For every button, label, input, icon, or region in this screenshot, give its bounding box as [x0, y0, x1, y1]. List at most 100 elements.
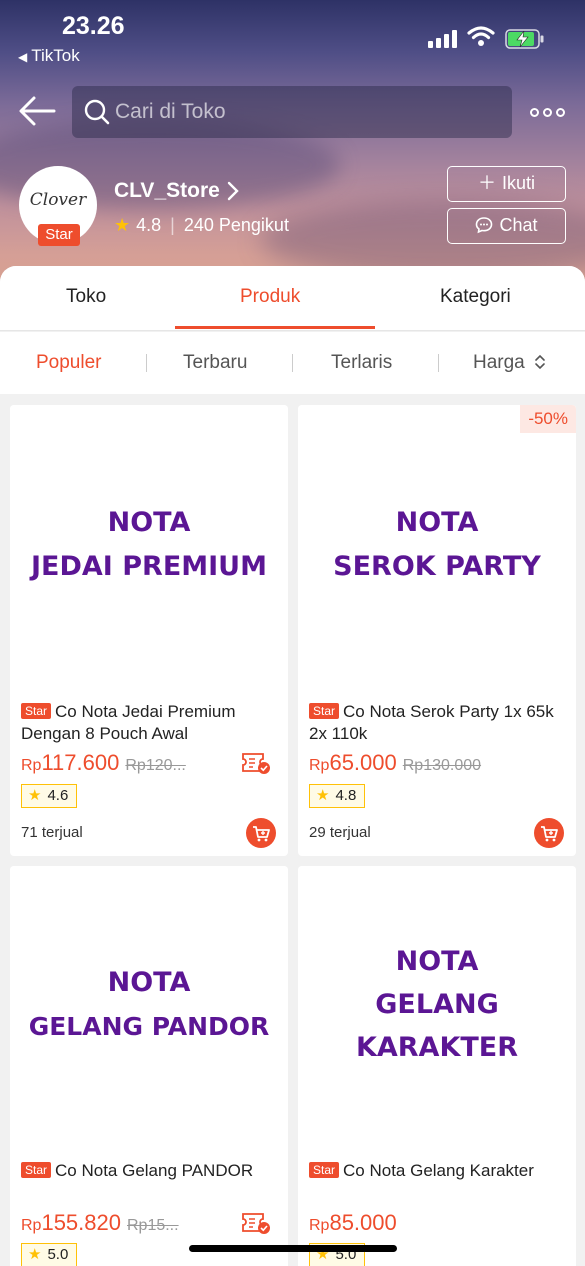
- product-image-text: NOTA: [107, 507, 191, 538]
- back-app-label: TikTok: [31, 46, 80, 65]
- sort-populer[interactable]: Populer: [36, 352, 102, 374]
- more-options-icon[interactable]: [530, 108, 566, 118]
- currency-label: Rp: [21, 1217, 42, 1234]
- status-bar: 23.26 ◀ TikTok: [0, 0, 585, 70]
- rating-value: 4.6: [47, 787, 69, 804]
- sort-terbaru[interactable]: Terbaru: [183, 352, 247, 374]
- currency-label: Rp: [309, 1217, 330, 1234]
- rating-value: 4.8: [335, 787, 357, 804]
- star-icon: ★: [28, 787, 42, 804]
- back-to-app-link[interactable]: ◀ TikTok: [18, 46, 80, 66]
- store-header-background: 23.26 ◀ TikTok Cari di Toko Clover Star …: [0, 0, 585, 290]
- add-to-cart-button[interactable]: [246, 818, 276, 848]
- sort-terlaris[interactable]: Terlaris: [331, 352, 392, 374]
- tab-toko[interactable]: Toko: [66, 286, 106, 308]
- store-name[interactable]: CLV_Store: [114, 179, 220, 203]
- star-seller-badge: Star: [38, 224, 80, 246]
- tab-kategori[interactable]: Kategori: [440, 286, 511, 308]
- product-image: NOTA SEROK PARTY: [298, 405, 576, 695]
- store-logo-text: Clover: [29, 190, 87, 210]
- stat-divider: |: [170, 215, 175, 235]
- store-stats: ★ 4.8 | 240 Pengikut: [114, 215, 289, 236]
- star-seller-badge: Star: [309, 703, 340, 719]
- price-value: 155.820: [41, 1210, 121, 1235]
- product-image-text: NOTA: [395, 507, 479, 538]
- follow-label: Ikuti: [501, 173, 535, 193]
- product-title-text: Co Nota Serok Party 1x 65k 2x 110k: [309, 702, 554, 743]
- cart-icon: [541, 826, 558, 842]
- voucher-icon: [242, 1213, 270, 1234]
- back-arrow-icon[interactable]: [18, 94, 56, 128]
- star-seller-badge: Star: [21, 703, 52, 719]
- product-image: NOTA GELANG PANDOR: [10, 866, 288, 1156]
- product-image-text: NOTA: [107, 967, 191, 998]
- product-image-text: SEROK PARTY: [333, 551, 541, 582]
- battery-charging-icon: [505, 29, 544, 49]
- chevron-right-icon[interactable]: [226, 180, 240, 202]
- star-seller-badge: Star: [21, 1162, 52, 1178]
- original-price: Rp130.000: [402, 757, 482, 774]
- product-image-text: NOTA: [395, 946, 479, 977]
- sort-divider: [146, 354, 147, 372]
- store-tabs: Toko Produk Kategori: [0, 266, 585, 331]
- voucher-icon: [242, 753, 270, 774]
- product-image-text: GELANG PANDOR: [28, 1012, 270, 1041]
- product-image: NOTA JEDAI PREMIUM: [10, 405, 288, 695]
- product-title: Star Co Nota Gelang Karakter: [309, 1160, 569, 1182]
- product-price: Rp85.000: [309, 1210, 397, 1236]
- product-card[interactable]: NOTA GELANG KARAKTER Star Co Nota Gelang …: [298, 866, 576, 1266]
- store-search-input[interactable]: Cari di Toko: [72, 86, 512, 138]
- rating-value: 5.0: [47, 1246, 69, 1263]
- product-image-text: KARAKTER: [355, 1032, 519, 1063]
- sort-divider: [292, 354, 293, 372]
- sort-harga[interactable]: Harga: [473, 352, 546, 374]
- star-icon: ★: [316, 787, 330, 804]
- discount-badge: -50%: [520, 405, 576, 433]
- product-title: Star Co Nota Jedai Premium Dengan 8 Pouch…: [21, 701, 281, 745]
- product-rating: ★ 4.8: [309, 784, 366, 808]
- product-image: NOTA GELANG KARAKTER: [298, 866, 576, 1156]
- follow-button[interactable]: ＋ Ikuti: [447, 166, 566, 202]
- product-rating: ★ 4.6: [21, 784, 78, 808]
- cart-icon: [253, 826, 270, 842]
- product-title-text: Co Nota Gelang Karakter: [343, 1161, 534, 1180]
- wifi-icon: [467, 26, 495, 46]
- search-icon: [84, 99, 110, 125]
- price-value: 117.600: [41, 750, 120, 775]
- sort-toggle-icon: [535, 354, 545, 370]
- chat-button[interactable]: Chat: [447, 208, 566, 244]
- tab-produk[interactable]: Produk: [240, 286, 300, 308]
- price-value: 65.000: [329, 750, 397, 775]
- product-title-text: Co Nota Jedai Premium Dengan 8 Pouch Awa…: [21, 702, 236, 743]
- star-icon: ★: [28, 1246, 42, 1263]
- product-title: Star Co Nota Gelang PANDOR: [21, 1160, 281, 1182]
- add-to-cart-button[interactable]: [534, 818, 564, 848]
- price-value: 85.000: [329, 1210, 397, 1235]
- product-title-text: Co Nota Gelang PANDOR: [55, 1161, 254, 1180]
- product-title: Star Co Nota Serok Party 1x 65k 2x 110k: [309, 701, 569, 745]
- home-indicator[interactable]: [189, 1245, 397, 1252]
- product-card[interactable]: NOTA JEDAI PREMIUM Star Co Nota Jedai Pre…: [10, 405, 288, 856]
- store-followers: 240 Pengikut: [183, 215, 289, 235]
- currency-label: Rp: [309, 757, 330, 774]
- product-price: Rp155.820 Rp15...: [21, 1210, 179, 1236]
- product-image-text: GELANG: [375, 989, 499, 1020]
- plus-icon: ＋: [477, 173, 496, 193]
- currency-label: Rp: [21, 757, 42, 774]
- store-rating: 4.8: [136, 215, 162, 235]
- product-card[interactable]: NOTA SEROK PARTY -50% Star Co Nota Serok …: [298, 405, 576, 856]
- product-price: Rp117.600 Rp120...: [21, 750, 186, 776]
- store-info: Clover Star CLV_Store ★ 4.8 | 240 Pengikut …: [0, 166, 585, 256]
- top-navigation-bar: Cari di Toko: [0, 84, 585, 140]
- search-placeholder: Cari di Toko: [115, 100, 226, 123]
- star-seller-badge: Star: [309, 1162, 340, 1178]
- back-triangle-icon: ◀: [18, 50, 28, 64]
- product-card[interactable]: NOTA GELANG PANDOR Star Co Nota Gelang PA…: [10, 866, 288, 1266]
- active-tab-indicator: [175, 326, 375, 329]
- sold-count: 71 terjual: [21, 824, 83, 841]
- chat-bubble-icon: [476, 217, 493, 234]
- chat-label: Chat: [499, 215, 538, 235]
- product-price: Rp65.000 Rp130.000: [309, 750, 481, 776]
- original-price: Rp120...: [125, 757, 186, 774]
- product-image-text: JEDAI PREMIUM: [31, 551, 267, 582]
